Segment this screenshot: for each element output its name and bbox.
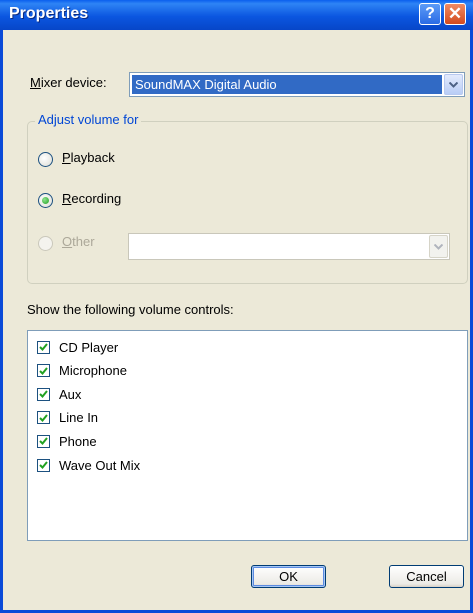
mixer-label-mnemonic: M <box>30 75 41 90</box>
volume-controls-list[interactable]: CD Player Microphone Aux Line In Phone Wave O… <box>27 330 468 541</box>
ok-button[interactable]: OK <box>251 565 326 588</box>
other-mnemonic: O <box>62 234 73 249</box>
volume-control-label: Phone <box>59 433 97 449</box>
title-bar[interactable]: Properties ? ✕ <box>0 0 473 30</box>
volume-control-label: Aux <box>59 386 82 402</box>
checkbox[interactable] <box>37 458 50 472</box>
volume-control-item[interactable]: Microphone <box>37 362 127 380</box>
checkmark-icon <box>39 437 48 446</box>
volume-control-label: Line In <box>59 410 99 426</box>
help-button[interactable]: ? <box>419 3 441 25</box>
volume-control-item[interactable]: Phone <box>37 432 97 450</box>
recording-label[interactable]: Recording <box>62 191 121 206</box>
volume-control-label: CD Player <box>59 339 119 355</box>
other-radio[interactable] <box>38 236 53 251</box>
other-device-select[interactable] <box>128 233 450 260</box>
checkmark-icon <box>39 343 48 351</box>
chevron-down-icon <box>449 81 458 88</box>
mixer-device-select[interactable]: SoundMAX Digital Audio <box>129 72 465 97</box>
volume-control-label: Wave Out Mix <box>59 457 141 473</box>
recording-mnemonic: R <box>62 191 72 206</box>
volume-control-item[interactable]: CD Player <box>37 338 118 356</box>
checkbox[interactable] <box>37 387 50 401</box>
mixer-dropdown-button[interactable] <box>444 74 463 95</box>
mixer-device-label: Mixer device: <box>30 75 107 90</box>
recording-radio[interactable] <box>38 193 53 208</box>
volume-control-item[interactable]: Aux <box>37 385 81 403</box>
close-button[interactable]: ✕ <box>444 3 466 25</box>
chevron-down-icon <box>434 243 443 250</box>
checkbox[interactable] <box>37 340 50 354</box>
mixer-device-value: SoundMAX Digital Audio <box>132 75 442 94</box>
volume-controls-label: Show the following volume controls: <box>27 302 234 317</box>
playback-mnemonic: P <box>62 150 71 165</box>
checkbox[interactable] <box>37 434 50 448</box>
other-dropdown-button[interactable] <box>429 235 448 258</box>
checkmark-icon <box>39 366 48 375</box>
mixer-label-rest: ixer device: <box>40 75 107 90</box>
volume-control-item[interactable]: Wave Out Mix <box>37 456 140 474</box>
checkmark-icon <box>39 414 48 422</box>
help-icon: ? <box>425 5 435 22</box>
other-label-rest: ther <box>72 234 95 249</box>
checkbox[interactable] <box>37 411 50 425</box>
playback-radio[interactable] <box>38 152 53 167</box>
window-title: Properties <box>9 5 89 22</box>
close-icon: ✕ <box>447 4 463 23</box>
cancel-button[interactable]: Cancel <box>389 565 464 588</box>
playback-label-rest: layback <box>70 150 115 165</box>
volume-control-item[interactable]: Line In <box>37 409 98 427</box>
volume-control-label: Microphone <box>59 363 127 379</box>
checkbox[interactable] <box>37 364 50 378</box>
checkmark-icon <box>39 390 48 399</box>
adjust-volume-legend: Adjust volume for <box>35 112 142 127</box>
other-label: Other <box>62 234 95 249</box>
recording-label-rest: ecording <box>71 191 122 206</box>
checkmark-icon <box>39 461 48 469</box>
playback-label[interactable]: Playback <box>62 150 115 165</box>
